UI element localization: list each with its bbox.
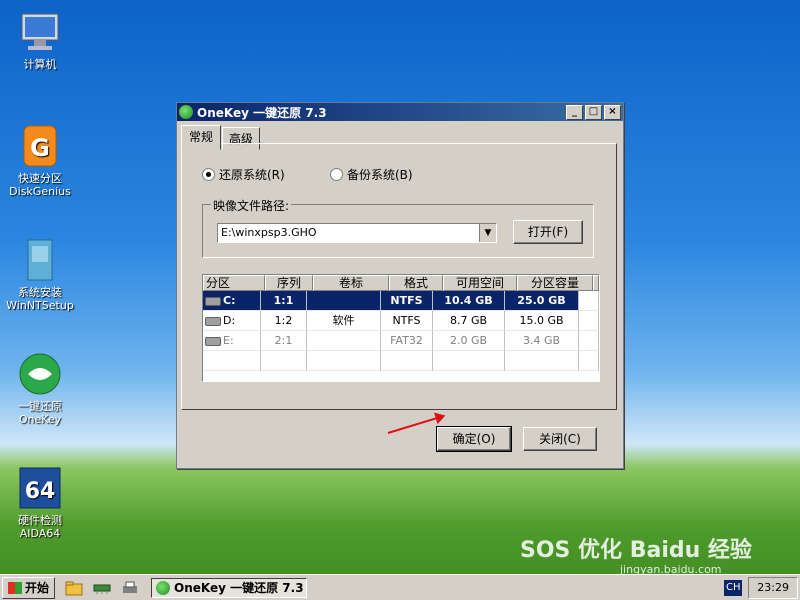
table-cell-free: 10.4 GB	[433, 291, 505, 311]
hard-drive-icon	[205, 316, 221, 326]
start-label: 开始	[25, 581, 50, 595]
image-path-combobox[interactable]: E:\winxpsp3.GHO ▼	[217, 223, 497, 243]
close-button[interactable]: 关闭(C)	[523, 427, 597, 451]
hard-drive-icon	[205, 336, 221, 346]
taskbar-item-onekey[interactable]: OneKey 一键还原 7.3	[151, 577, 308, 598]
hard-drive-icon	[205, 296, 221, 306]
table-cell-seq: 2:1	[261, 331, 307, 351]
image-path-value: E:\winxpsp3.GHO	[221, 226, 317, 239]
desktop-icon-label: 计算机	[23, 58, 57, 71]
svg-text:G: G	[30, 134, 50, 162]
onekey-app-icon	[156, 580, 171, 595]
watermark-text: SOS 优化 Baidu 经验	[520, 538, 752, 563]
desktop-icon-label: 快速分区	[18, 172, 62, 185]
clock[interactable]: 23:29	[748, 576, 798, 599]
ok-button[interactable]: 确定(O)	[436, 426, 512, 452]
taskbar: 开始 OneKey 一键还原 7.3 CH 23:29	[0, 574, 800, 600]
backup-radio-option[interactable]: 备份系统(B)	[330, 166, 413, 183]
window-title: OneKey 一键还原 7.3	[197, 105, 327, 120]
taskbar-item-label: OneKey 一键还原 7.3	[174, 581, 304, 595]
backup-radio-label: 备份系统(B)	[347, 168, 413, 182]
table-cell-label	[307, 331, 381, 351]
table-cell-size: 25.0 GB	[505, 291, 579, 311]
system-tray: CH 23:29	[724, 576, 798, 599]
table-cell-drive: E:	[203, 331, 261, 351]
desktop-icon-label: 一键还原	[18, 400, 62, 413]
table-cell-filler	[579, 311, 599, 331]
col-capacity[interactable]: 分区容量	[517, 275, 593, 291]
desktop-icon-label-2: OneKey	[18, 413, 62, 426]
aida64-icon: 64	[16, 464, 64, 512]
start-button[interactable]: 开始	[2, 576, 56, 599]
onekey-icon	[16, 350, 64, 398]
maximize-button[interactable]: □	[585, 104, 602, 120]
computer-icon	[16, 8, 64, 56]
memory-chip-icon[interactable]	[93, 580, 111, 596]
table-cell-fs: FAT32	[381, 331, 433, 351]
image-path-label: 映像文件路径:	[211, 197, 292, 214]
desktop-icon-computer[interactable]: 计算机	[0, 8, 80, 71]
restore-radio-label: 还原系统(R)	[219, 168, 285, 182]
table-row-empty	[203, 351, 599, 371]
backup-radio[interactable]	[330, 168, 343, 181]
desktop-icon-label-2: DiskGenius	[9, 185, 71, 198]
desktop-icon-winntsetup[interactable]: 系统安装 WinNTSetup	[0, 236, 80, 312]
table-cell-free: 8.7 GB	[433, 311, 505, 331]
desktop-icon-label-2: AIDA64	[19, 527, 61, 540]
col-sequence[interactable]: 序列	[265, 275, 313, 291]
table-row[interactable]: D: 1:2 软件 NTFS 8.7 GB 15.0 GB	[203, 311, 599, 331]
restore-radio-option[interactable]: 还原系统(R)	[202, 166, 285, 183]
winntsetup-icon	[16, 236, 64, 284]
open-file-button[interactable]: 打开(F)	[513, 220, 583, 244]
table-cell-seq: 1:1	[261, 291, 307, 311]
table-row[interactable]: C: 1:1 NTFS 10.4 GB 25.0 GB	[203, 291, 599, 311]
general-tab-panel: 还原系统(R) 备份系统(B) 映像文件路径: E:\winxpsp3.GHO …	[181, 143, 617, 410]
table-cell-fs: NTFS	[381, 311, 433, 331]
tab-general[interactable]: 常规	[181, 125, 222, 150]
diskgenius-icon: G	[16, 122, 64, 170]
drive-letter: E:	[223, 334, 234, 347]
svg-text:64: 64	[25, 479, 56, 504]
chevron-down-icon[interactable]: ▼	[479, 224, 496, 242]
col-free-space[interactable]: 可用空间	[443, 275, 517, 291]
desktop-icon-label: 系统安装	[18, 286, 62, 299]
windows-flag-icon	[8, 581, 22, 594]
table-cell-filler	[579, 331, 599, 351]
col-format[interactable]: 格式	[389, 275, 443, 291]
col-filler	[593, 275, 599, 291]
partition-table: 分区 序列 卷标 格式 可用空间 分区容量 C: 1:1 NTFS 10.4 G…	[202, 274, 600, 382]
drive-letter: D:	[223, 314, 236, 327]
table-cell-drive: D:	[203, 311, 261, 331]
folder-icon[interactable]	[65, 580, 83, 596]
table-cell-label	[307, 291, 381, 311]
desktop-icon-aida64[interactable]: 64 硬件检测 AIDA64	[0, 464, 80, 540]
restore-radio[interactable]	[202, 168, 215, 181]
printer-tool-icon[interactable]	[121, 580, 139, 596]
table-cell-free: 2.0 GB	[433, 331, 505, 351]
onekey-window: OneKey 一键还原 7.3 _ □ × 常规 高级 还原系统(R) 备份系统…	[176, 102, 624, 469]
image-path-group: 映像文件路径: E:\winxpsp3.GHO ▼ 打开(F)	[202, 197, 594, 258]
table-cell-filler	[579, 291, 599, 311]
table-cell-label: 软件	[307, 311, 381, 331]
minimize-button[interactable]: _	[566, 104, 583, 120]
col-volume-label[interactable]: 卷标	[313, 275, 389, 291]
table-cell-seq: 1:2	[261, 311, 307, 331]
ime-indicator[interactable]: CH	[724, 579, 743, 596]
table-row[interactable]: E: 2:1 FAT32 2.0 GB 3.4 GB	[203, 331, 599, 351]
desktop-icon-label: 硬件检测	[18, 514, 62, 527]
window-titlebar[interactable]: OneKey 一键还原 7.3 _ □ ×	[177, 103, 623, 121]
table-cell-fs: NTFS	[381, 291, 433, 311]
close-window-button[interactable]: ×	[604, 104, 621, 120]
col-partition[interactable]: 分区	[203, 275, 265, 291]
table-cell-drive: C:	[203, 291, 261, 311]
table-cell-size: 15.0 GB	[505, 311, 579, 331]
table-header: 分区 序列 卷标 格式 可用空间 分区容量	[203, 275, 599, 291]
drive-letter: C:	[223, 294, 236, 307]
table-cell-size: 3.4 GB	[505, 331, 579, 351]
desktop-icon-diskgenius[interactable]: G 快速分区 DiskGenius	[0, 122, 80, 198]
desktop-icon-label-2: WinNTSetup	[6, 299, 74, 312]
onekey-app-icon	[179, 105, 193, 119]
desktop-icon-onekey[interactable]: 一键还原 OneKey	[0, 350, 80, 426]
